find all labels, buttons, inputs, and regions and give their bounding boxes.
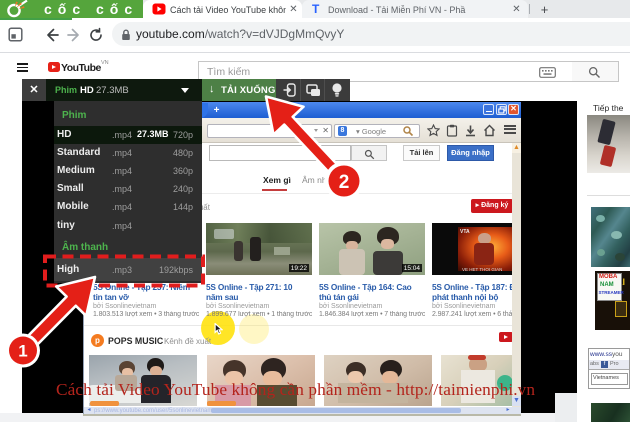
svg-text:1: 1: [18, 342, 27, 361]
svg-text:2: 2: [339, 172, 350, 193]
